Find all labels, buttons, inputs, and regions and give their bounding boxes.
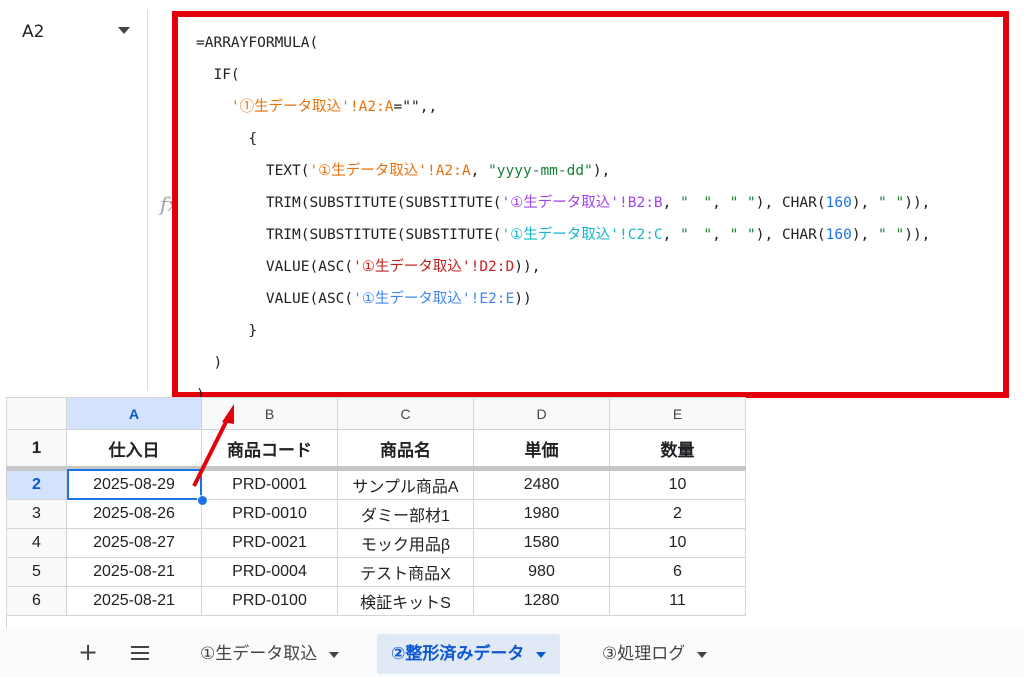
add-sheet-icon[interactable]: + — [78, 638, 98, 666]
sheet-tab-label: ③処理ログ — [602, 644, 686, 663]
sheet-tab-raw-data[interactable]: ①生データ取込 — [186, 634, 353, 674]
annotation-arrow — [192, 404, 234, 487]
arrow-head — [222, 404, 234, 424]
sheet-tab-label: ①生データ取込 — [200, 644, 318, 663]
arrow-line — [192, 417, 230, 487]
chevron-down-icon[interactable] — [329, 651, 340, 658]
chevron-down-icon[interactable] — [536, 651, 547, 658]
chevron-down-icon[interactable] — [697, 651, 708, 658]
all-sheets-menu-icon[interactable] — [131, 646, 149, 664]
sheet-tab-formatted-data[interactable]: ②整形済みデータ — [377, 634, 561, 674]
sheet-tab-process-log[interactable]: ③処理ログ — [588, 634, 721, 674]
sheet-tab-bar: + ①生データ取込 ②整形済みデータ ③処理ログ — [0, 628, 1024, 677]
sheet-tab-label: ②整形済みデータ — [391, 644, 525, 663]
